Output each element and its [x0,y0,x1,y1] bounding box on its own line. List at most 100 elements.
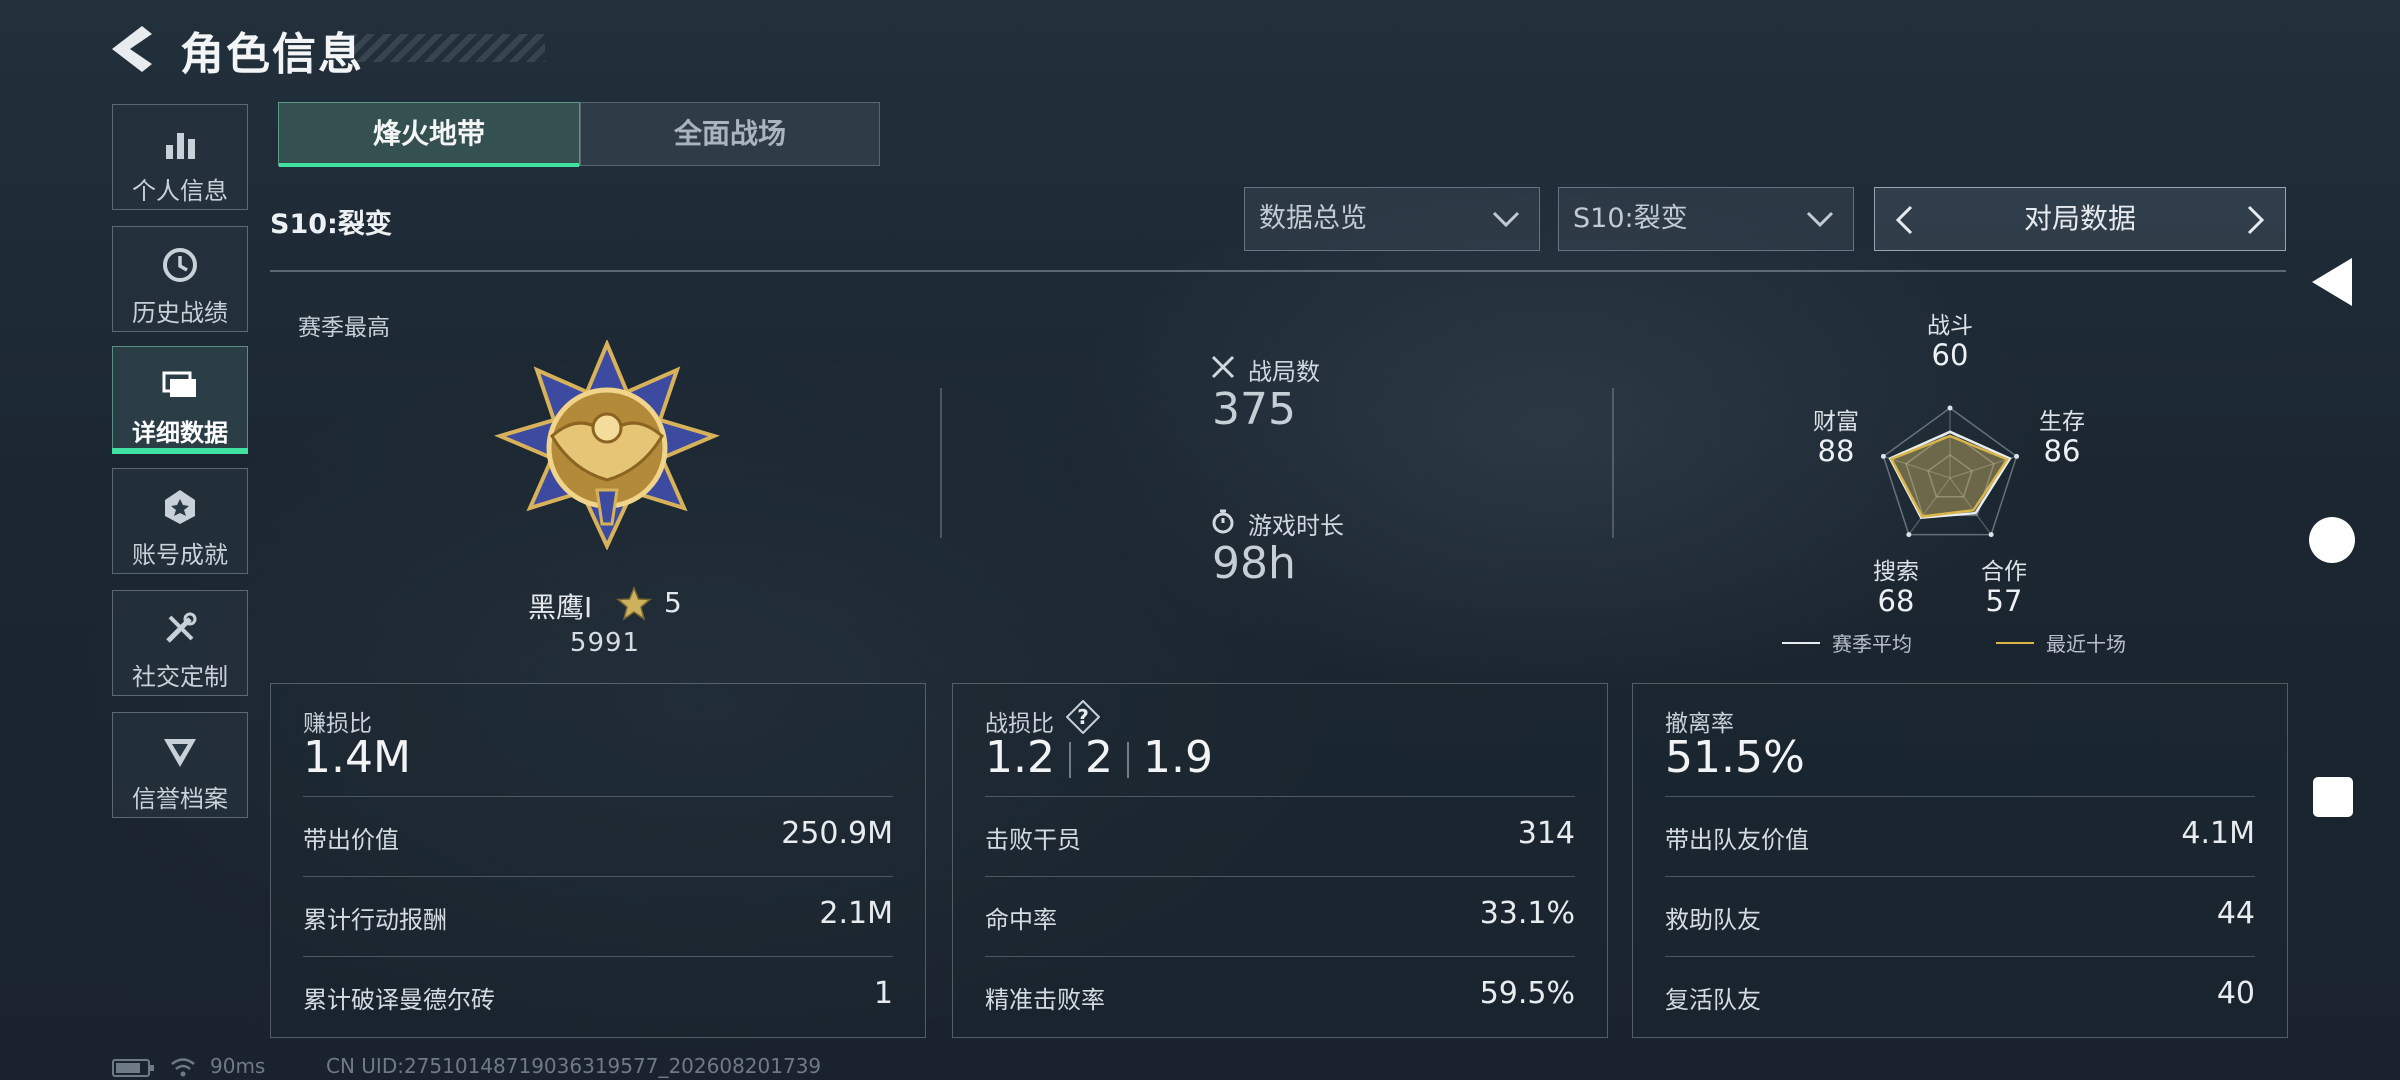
stat-label: 救助队友 [1665,906,1761,934]
stat-label: 命中率 [985,906,1057,934]
stat-row: 累计行动报酬 2.1M [303,876,893,956]
radar-axis-dot [1947,405,1953,411]
chevron-down-icon [1492,211,1520,228]
view-switcher-value: 对局数据 [2023,202,2136,235]
divider [1068,742,1071,778]
sidebar-item-label: 详细数据 [132,419,228,447]
chevron-right-icon[interactable] [2245,204,2267,236]
nav-recents-icon[interactable] [2312,776,2354,818]
stat-label: 复活队友 [1665,986,1761,1014]
stat-row: 救助队友 44 [1665,876,2255,956]
sidebar-item-social[interactable]: 社交定制 [112,590,248,696]
sidebar-item-personal-info[interactable]: 个人信息 [112,104,248,210]
stat-row: 累计破译曼德尔砖 1 [303,956,893,1036]
stat-label: 带出价值 [303,826,399,854]
sidebar-item-label: 信誉档案 [132,785,228,813]
radar-axis-value: 86 [2043,434,2081,468]
achievement-icon [165,490,195,524]
extract-panel: 撤离率 51.5% 带出队友价值 4.1M 救助队友 44 复活队友 40 [1632,683,2288,1038]
stat-value: 40 [2216,976,2255,1011]
radar-axis-value: 60 [1931,338,1969,372]
sidebar-item-detailed-data[interactable]: 详细数据 [112,346,248,454]
combat-panel: 战损比 1.2 2 1.9 击败干员 314 命中率 33.1% 精准击败率 59.… [952,683,1608,1038]
divider [940,388,942,538]
stat-value: 59.5% [1479,976,1575,1011]
star-icon [616,586,652,621]
stat-label: 精准击败率 [985,986,1105,1014]
radar-axis-label: 财富 [1813,409,1859,435]
kd-ratio-value: 1.2 [985,732,1055,783]
stat-label: 累计破译曼德尔砖 [303,986,495,1014]
legend-swatch-recent [1996,642,2034,644]
radar-axis-value: 57 [1985,584,2023,618]
emblem-icon [164,739,196,767]
radar-axis-dot [1988,532,1994,538]
divider [1126,742,1129,778]
stat-label: 累计行动报酬 [303,906,447,934]
sidebar-item-achievements[interactable]: 账号成就 [112,468,248,574]
title-decoration [350,34,545,62]
rank-score: 5991 [569,628,641,658]
stat-value: 250.9M [781,816,893,851]
season-label: S10:裂变 [270,209,392,240]
stat-value: 44 [2216,896,2255,931]
divider [1612,388,1614,538]
tools-icon [166,612,197,643]
wifi-icon [171,1058,195,1077]
radar-axis-label: 战斗 [1927,313,1973,339]
help-icon[interactable]: ? [1066,700,1100,734]
profit-panel: 赚损比 1.4M 带出价值 250.9M 累计行动报酬 2.1M 累计破译曼德尔… [270,683,926,1038]
bar-chart-icon [166,133,195,159]
matches-value: 375 [1212,384,1296,435]
stat-value: 4.1M [2181,816,2255,851]
stat-row: 击败干员 314 [985,796,1575,876]
season-select-value: S10:裂变 [1573,203,1688,234]
back-arrow-icon[interactable] [108,24,154,74]
legend-swatch-season-avg [1782,642,1820,644]
nav-back-icon[interactable] [2310,256,2354,308]
sidebar-item-label: 社交定制 [132,663,228,691]
stat-row: 带出队友价值 4.1M [1665,796,2255,876]
radar-axis-dot [2014,453,2020,459]
sidebar-item-credit[interactable]: 信誉档案 [112,712,248,818]
kd-ratio-value: 1.9 [1142,732,1213,783]
rank-medal-icon [494,340,720,550]
season-select[interactable]: S10:裂变 [1558,187,1854,251]
page-title: 角色信息 [180,29,364,80]
radar-axis-label: 生存 [2039,409,2085,435]
nav-home-icon[interactable] [2308,516,2356,564]
stat-label: 击败干员 [985,826,1081,854]
sidebar-item-label: 个人信息 [132,177,228,205]
legend-label: 最近十场 [2046,632,2126,656]
stat-value: 314 [1517,816,1575,851]
history-clock-icon [163,248,197,282]
uid-text: CN UID:27510148719036319577_202608201739 [326,1054,822,1078]
rank-name: 黑鹰Ⅰ [528,591,593,624]
playtime-label: 游戏时长 [1248,512,1344,540]
radar-axis-label: 搜索 [1873,559,1919,585]
ping-value: 90ms [210,1054,266,1078]
season-best-label: 赛季最高 [298,315,390,341]
panel-main-value: 1.4M [303,732,411,783]
legend-label: 赛季平均 [1832,632,1912,656]
chevron-down-icon [1806,211,1834,228]
stat-value: 1 [873,976,893,1011]
stat-row: 精准击败率 59.5% [985,956,1575,1036]
sidebar-item-history[interactable]: 历史战绩 [112,226,248,332]
sidebar-item-label: 账号成就 [132,541,228,569]
svg-text:?: ? [1077,705,1089,729]
panel-main-value: 51.5% [1665,732,1805,783]
stopwatch-icon [1212,509,1234,534]
radar-series-recent [1889,434,2010,518]
stat-row: 命中率 33.1% [985,876,1575,956]
stat-value: 33.1% [1479,896,1575,931]
radar-axis-value: 88 [1817,434,1855,468]
tab-full-battlefield[interactable]: 全面战场 [580,102,880,166]
radar-axis-label: 合作 [1981,559,2027,585]
kd-ratio: 1.2 2 1.9 [985,732,1213,783]
category-select[interactable]: 数据总览 [1244,187,1540,251]
divider [270,270,2286,272]
view-switcher: 对局数据 [1874,187,2286,251]
stat-row: 带出价值 250.9M [303,796,893,876]
tab-hazard-zone[interactable]: 烽火地带 [278,102,580,167]
